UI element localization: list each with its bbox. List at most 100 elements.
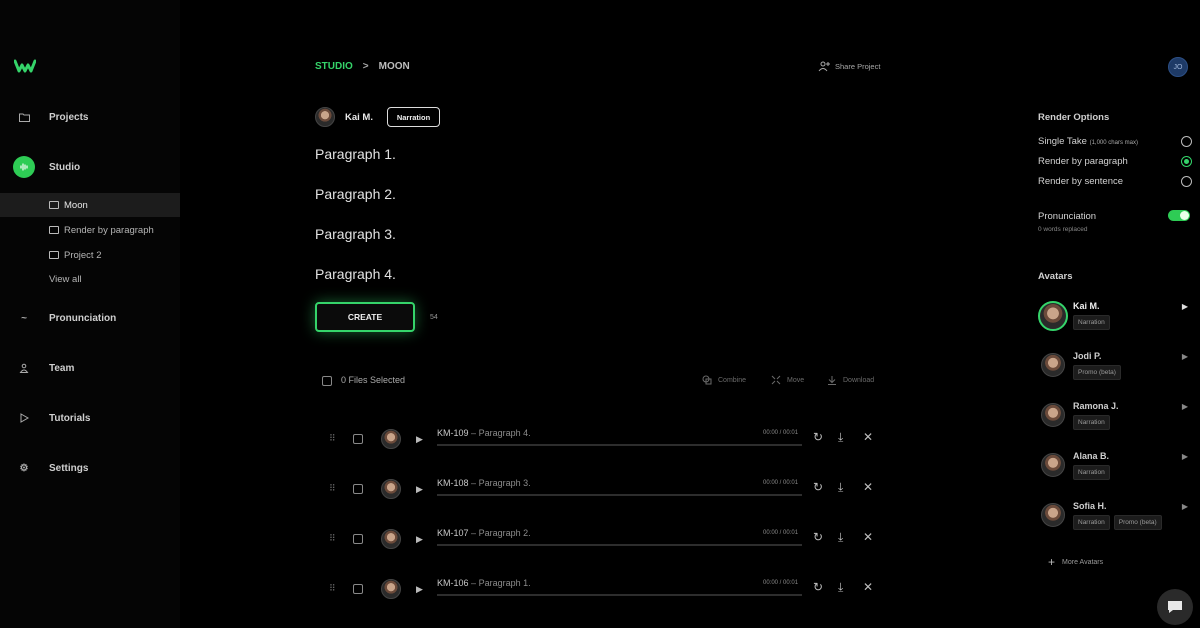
combine-icon: [702, 375, 712, 385]
folder-icon: [49, 201, 59, 209]
row-checkbox[interactable]: [353, 584, 363, 594]
render-option-label: Single Take: [1038, 136, 1087, 147]
download-icon[interactable]: ⤓: [838, 430, 843, 445]
paragraph-text[interactable]: Paragraph 4.: [315, 266, 396, 282]
sidebar-subitem-project-2[interactable]: Project 2: [0, 243, 180, 267]
paragraph-text[interactable]: Paragraph 3.: [315, 226, 396, 242]
pronunciation-words-replaced: 0 words replaced: [1038, 226, 1088, 233]
file-separator: –: [471, 478, 477, 488]
play-icon[interactable]: ▶: [1182, 402, 1188, 411]
download-label: Download: [843, 376, 875, 384]
folder-icon: [18, 111, 30, 123]
breadcrumb: STUDIO > MOON: [315, 61, 410, 72]
play-icon[interactable]: ▶: [416, 534, 423, 545]
row-checkbox[interactable]: [353, 484, 363, 494]
breadcrumb-studio[interactable]: STUDIO: [315, 61, 353, 72]
close-icon[interactable]: ✕: [863, 430, 873, 444]
sidebar-subitem-label: Render by paragraph: [64, 224, 154, 236]
speaker-selector[interactable]: Kai M.: [315, 107, 373, 127]
move-button[interactable]: Move: [771, 375, 804, 385]
progress-bar[interactable]: [437, 494, 802, 496]
play-icon[interactable]: ▶: [1182, 502, 1188, 511]
render-option-label: Render by sentence: [1038, 176, 1124, 187]
character-count: 54: [430, 314, 438, 321]
play-icon[interactable]: ▶: [416, 434, 423, 445]
person-icon: [18, 362, 30, 374]
avatar-item-jodi[interactable]: Jodi P. Promo (beta) ▶: [1038, 351, 1188, 391]
drag-handle-icon[interactable]: ⠿: [329, 583, 336, 594]
tilde-icon: ~: [21, 312, 27, 324]
breadcrumb-separator: >: [362, 61, 369, 72]
radio-button[interactable]: [1181, 156, 1192, 167]
avatar-item-alana[interactable]: Alana B. Narration ▶: [1038, 451, 1188, 491]
radio-button[interactable]: [1181, 176, 1192, 187]
w-logo-icon[interactable]: [14, 58, 36, 74]
create-button[interactable]: CREATE: [315, 302, 415, 332]
select-all-checkbox[interactable]: [322, 376, 332, 386]
style-narration-button[interactable]: Narration: [387, 107, 440, 127]
close-icon[interactable]: ✕: [863, 530, 873, 544]
pronunciation-toggle[interactable]: [1168, 210, 1190, 221]
radio-button[interactable]: [1181, 136, 1192, 147]
user-avatar[interactable]: JO: [1168, 57, 1188, 77]
drag-handle-icon[interactable]: ⠿: [329, 533, 336, 544]
paragraph-text[interactable]: Paragraph 1.: [315, 146, 396, 162]
drag-handle-icon[interactable]: ⠿: [329, 483, 336, 494]
waveform-icon: [13, 156, 35, 178]
render-option-by-paragraph[interactable]: Render by paragraph: [1038, 156, 1192, 167]
sidebar-subitem-label: Project 2: [64, 249, 102, 261]
avatar-name: Alana B.: [1073, 451, 1110, 461]
play-icon[interactable]: ▶: [416, 484, 423, 495]
sidebar-subitem-render-by-paragraph[interactable]: Render by paragraph: [0, 218, 180, 242]
share-project-button[interactable]: Share Project: [818, 61, 880, 72]
close-icon[interactable]: ✕: [863, 580, 873, 594]
regenerate-icon[interactable]: ↻: [813, 430, 823, 444]
plus-icon: +: [1048, 555, 1056, 569]
view-all-link[interactable]: View all: [49, 274, 82, 285]
progress-bar[interactable]: [437, 444, 802, 446]
regenerate-icon[interactable]: ↻: [813, 580, 823, 594]
file-name: Paragraph 1.: [478, 578, 531, 588]
avatars-heading: Avatars: [1038, 271, 1073, 282]
avatar-item-kai[interactable]: Kai M. Narration ▶: [1038, 301, 1188, 341]
play-icon[interactable]: ▶: [1182, 302, 1188, 311]
file-name: Paragraph 2.: [478, 528, 531, 538]
render-option-by-sentence[interactable]: Render by sentence: [1038, 176, 1192, 187]
regenerate-icon[interactable]: ↻: [813, 530, 823, 544]
sidebar-item-pronunciation[interactable]: ~ Pronunciation: [0, 303, 180, 333]
file-id: KM-106: [437, 578, 469, 588]
play-icon[interactable]: ▶: [1182, 452, 1188, 461]
play-icon[interactable]: ▶: [1182, 352, 1188, 361]
sidebar-item-team[interactable]: Team: [0, 353, 180, 383]
sidebar-item-projects[interactable]: Projects: [0, 102, 180, 132]
render-option-single-take[interactable]: Single Take (1,000 chars max): [1038, 136, 1192, 147]
avatar-item-ramona[interactable]: Ramona J. Narration ▶: [1038, 401, 1188, 441]
close-icon[interactable]: ✕: [863, 480, 873, 494]
sidebar-subitem-moon[interactable]: Moon: [0, 193, 180, 217]
avatar-tag: Promo (beta): [1073, 365, 1121, 380]
download-icon[interactable]: ⤓: [838, 530, 843, 545]
download-icon[interactable]: ⤓: [838, 480, 843, 495]
move-icon: [771, 375, 781, 385]
row-checkbox[interactable]: [353, 534, 363, 544]
chat-button[interactable]: [1157, 589, 1193, 625]
progress-bar[interactable]: [437, 544, 802, 546]
play-icon[interactable]: ▶: [416, 584, 423, 595]
progress-bar[interactable]: [437, 594, 802, 596]
avatar: [1041, 503, 1065, 527]
more-avatars-button[interactable]: + More Avatars: [1048, 555, 1103, 569]
download-all-button[interactable]: Download: [827, 375, 874, 385]
avatar-item-sofia[interactable]: Sofia H. Narration Promo (beta) ▶: [1038, 501, 1188, 541]
row-checkbox[interactable]: [353, 434, 363, 444]
sidebar-item-studio[interactable]: Studio: [0, 152, 180, 182]
paragraph-text[interactable]: Paragraph 2.: [315, 186, 396, 202]
download-icon[interactable]: ⤓: [838, 580, 843, 595]
drag-handle-icon[interactable]: ⠿: [329, 433, 336, 444]
combine-button[interactable]: Combine: [702, 375, 746, 385]
sidebar-item-settings[interactable]: ⚙ Settings: [0, 453, 180, 483]
sidebar-item-tutorials[interactable]: Tutorials: [0, 403, 180, 433]
sidebar-item-label: Tutorials: [49, 412, 91, 424]
file-row: ⠿ ▶ KM-107 – Paragraph 2. 00:00 / 00:01 …: [322, 524, 882, 554]
avatar: [315, 107, 335, 127]
regenerate-icon[interactable]: ↻: [813, 480, 823, 494]
